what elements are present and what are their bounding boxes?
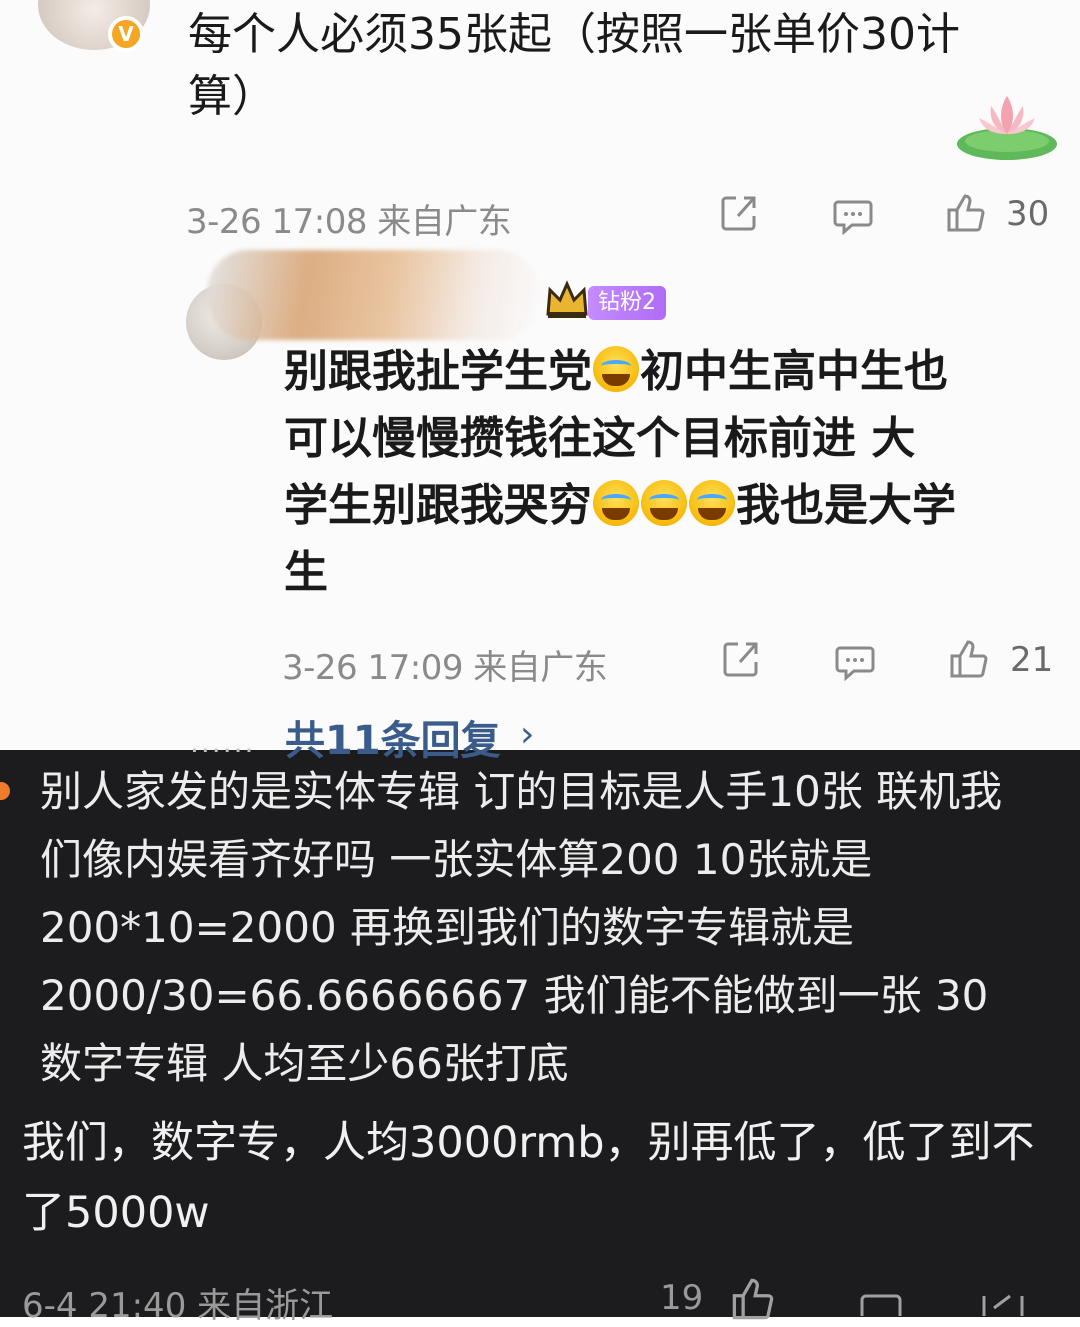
more-dots: ......: [190, 726, 256, 759]
reply-text-line: 初中生高中生也: [640, 346, 948, 397]
comment-text: 每个人必须35张起（按照一张单价30计算）: [188, 9, 960, 122]
comment-icon[interactable]: [834, 640, 876, 682]
crying-emoji-icon: [593, 346, 639, 392]
crying-emoji-icon: [641, 480, 687, 526]
like-count: 19: [660, 1278, 704, 1318]
verified-badge-icon: V: [108, 16, 144, 52]
reply-meta: 3-26 17:09 来自广东: [282, 648, 608, 688]
thumbs-up-icon[interactable]: [730, 1276, 776, 1322]
reply-text: 别跟我扯学生党 初中生高中生也 可以慢慢攒钱往这个目标前进 大 学生别跟我哭穷 我也…: [284, 338, 1044, 606]
fan-level-badge: 钻粉2: [588, 286, 666, 320]
crown-icon: [546, 280, 588, 318]
comment-icon[interactable]: [858, 1290, 904, 1317]
chevron-right-icon[interactable]: ›: [520, 714, 534, 755]
quoted-text: 别人家发的是实体专辑 订的目标是人手10张 联机我们像内娱看齐好吗 一张实体算2…: [40, 767, 1003, 1088]
like-count: 30: [1006, 194, 1050, 234]
blurred-username: [208, 250, 538, 340]
lotus-sticker-icon: [957, 96, 1057, 160]
reply-text-line: 我也是大学: [736, 480, 956, 531]
reply-text-line: 可以慢慢攒钱往这个目标前进 大: [284, 413, 916, 464]
reply-text-line: 学生别跟我哭穷: [284, 480, 592, 531]
reply-text-line: 别跟我扯学生党: [284, 346, 592, 397]
crying-emoji-icon: [689, 480, 735, 526]
crying-emoji-icon: [593, 480, 639, 526]
comment-text: 我们，数字专，人均3000rmb，别再低了，低了到不了5000w: [22, 1118, 1035, 1238]
like-count: 21: [1010, 640, 1054, 680]
share-icon[interactable]: [980, 1290, 1026, 1317]
comment-meta: 6-4 21:40 来自浙江: [22, 1286, 334, 1326]
reply-text-line: 生: [284, 547, 328, 598]
thumbs-up-icon[interactable]: [945, 192, 987, 234]
share-icon[interactable]: [718, 192, 760, 234]
comment-icon[interactable]: [832, 194, 874, 236]
thumbs-up-icon[interactable]: [948, 638, 990, 680]
share-icon[interactable]: [720, 638, 762, 680]
comment-meta: 3-26 17:08 来自广东: [186, 202, 512, 242]
